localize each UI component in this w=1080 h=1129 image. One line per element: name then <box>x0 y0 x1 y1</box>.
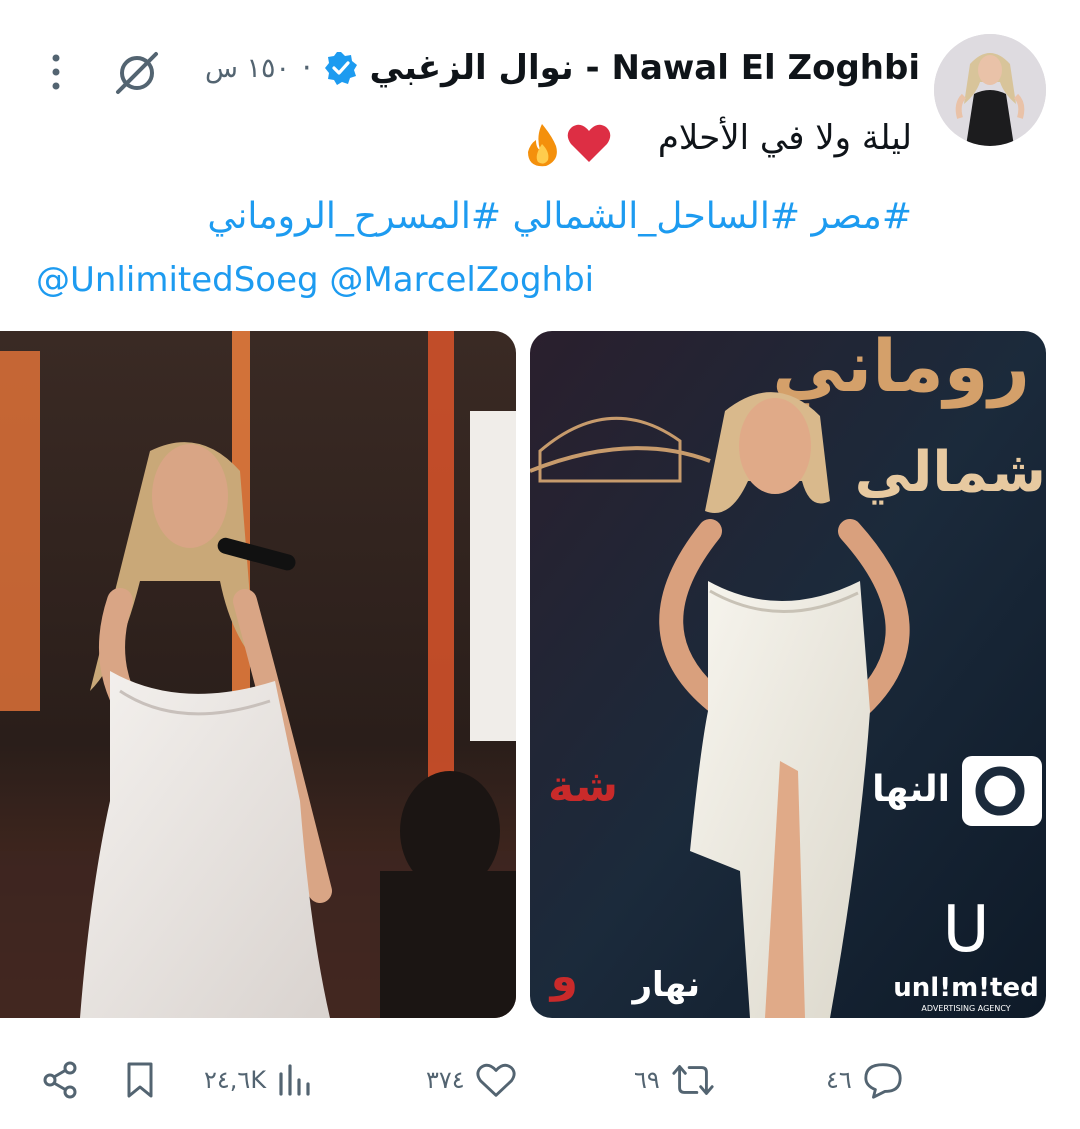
backdrop-wordmark-top: روماني <box>772 331 1030 409</box>
repost-button[interactable]: ٦٩ <box>634 1055 716 1105</box>
tweet-emojis <box>522 122 612 172</box>
more-options-icon[interactable] <box>44 52 68 92</box>
backdrop-logo-tagline: ADVERTISING AGENCY <box>921 1004 1010 1013</box>
backdrop-sponsor-bottom: نهار <box>630 965 700 1005</box>
views-count: ٢٤,٦K <box>204 1066 267 1094</box>
red-heart-icon <box>566 122 612 172</box>
likes-count: ٣٧٤ <box>426 1066 465 1094</box>
tweet-text: ليلة ولا في الأحلام <box>657 118 912 158</box>
views-button[interactable]: ٢٤,٦K <box>204 1055 312 1105</box>
bookmark-button[interactable] <box>122 1055 158 1105</box>
tweet-timestamp[interactable]: ١٥٠ س <box>205 53 290 84</box>
tweet-photo-redcarpet[interactable]: روماني شمالي شة النها نهار و U unl!m!ted… <box>530 331 1046 1018</box>
views-icon <box>279 1064 310 1096</box>
bookmark-icon <box>127 1062 153 1098</box>
share-button[interactable] <box>40 1055 80 1105</box>
reposts-count: ٦٩ <box>634 1066 660 1094</box>
repost-icon <box>672 1065 714 1095</box>
author-avatar[interactable] <box>934 34 1046 146</box>
verified-badge-icon[interactable] <box>324 51 358 85</box>
tweet-photo-stage[interactable] <box>0 331 516 1018</box>
reply-button[interactable]: ٤٦ <box>826 1055 904 1105</box>
tweet-hashtags[interactable]: #مصر #الساحل_الشمالي #المسرح_الروماني <box>207 196 912 237</box>
author-display-name[interactable]: نوال الزغبي - Nawal El Zoghbi <box>370 48 920 88</box>
fire-icon <box>522 122 562 172</box>
backdrop-wordmark-mid: شمالي <box>855 440 1046 505</box>
tweet-mentions[interactable]: @UnlimitedSoeg @MarcelZoghbi <box>36 260 594 300</box>
reply-icon <box>864 1063 902 1099</box>
tweet-header: نوال الزغبي - Nawal El Zoghbi · ١٥٠ س <box>205 40 920 96</box>
backdrop-sponsor-partial: و <box>549 951 578 1002</box>
backdrop-logo-brand: unl!m!ted <box>893 973 1038 1003</box>
backdrop-sponsor-left: شة <box>548 761 618 812</box>
backdrop-logo-letter: U <box>943 893 990 967</box>
header-separator: · <box>302 50 312 86</box>
replies-count: ٤٦ <box>826 1066 852 1094</box>
heart-icon <box>476 1063 516 1097</box>
like-button[interactable]: ٣٧٤ <box>426 1055 517 1105</box>
backdrop-sponsor-mid: النها <box>872 769 950 810</box>
grok-icon[interactable] <box>112 48 162 98</box>
share-icon <box>43 1061 77 1099</box>
